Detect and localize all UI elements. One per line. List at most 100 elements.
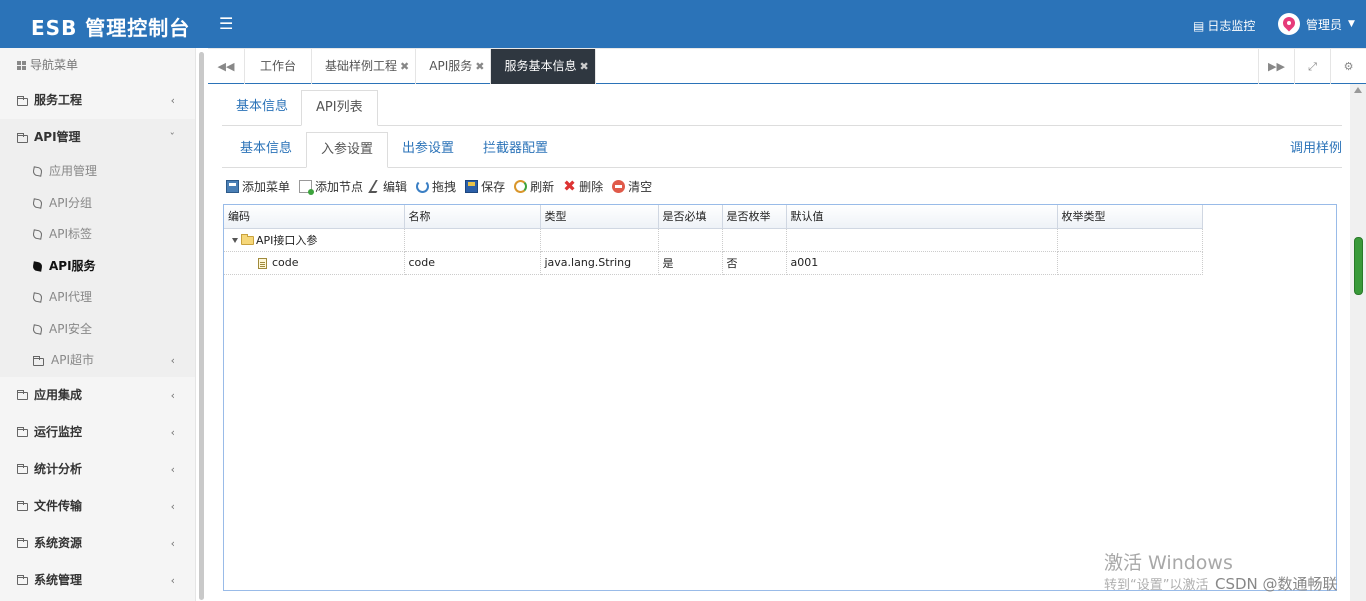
subitem-label: API超市	[51, 353, 94, 367]
page-scrollbar[interactable]	[1350, 84, 1366, 601]
cell-name: code	[404, 251, 541, 275]
cell-required	[658, 228, 723, 252]
button-label: 拖拽	[432, 179, 457, 194]
sidebar-item-service-project[interactable]: 服务工程 ‹	[0, 82, 195, 119]
page-tabbar: ◀◀ 工作台 基础样例工程 ✖ API服务 ✖ 服务基本信息 ✖ ▶▶ ⤢ ⚙	[208, 48, 1366, 84]
windows-activation-hint: 转到“设置”以激活	[1104, 578, 1209, 593]
fullscreen-icon[interactable]: ⤢	[1294, 49, 1330, 84]
tab-workbench[interactable]: 工作台	[245, 49, 313, 84]
cell-enum	[722, 228, 787, 252]
sidebar-item-label: 应用集成	[34, 387, 83, 402]
leaf-icon	[32, 166, 43, 177]
folder-icon	[33, 355, 44, 366]
close-icon[interactable]: ✖	[400, 49, 409, 84]
column-header[interactable]: 名称	[404, 205, 541, 229]
sidebar-item-label: 系统管理	[34, 572, 83, 587]
sidebar-item-label: 系统资源	[34, 535, 83, 550]
tab-output-params[interactable]: 出参设置	[388, 132, 468, 168]
tabs-scroll-left-icon[interactable]: ◀◀	[208, 49, 244, 84]
column-header[interactable]: 默认值	[786, 205, 1058, 229]
sidebar-subitem-api-proxy[interactable]: API代理	[0, 282, 195, 314]
sidebar-item-statistics[interactable]: 统计分析 ‹	[0, 451, 195, 488]
sidebar-item-system-resources[interactable]: 系统资源 ‹	[0, 525, 195, 562]
gear-icon[interactable]: ⚙	[1330, 49, 1366, 84]
windows-activation-watermark: 激活 Windows	[1104, 552, 1233, 574]
folder-icon	[17, 464, 28, 474]
tab-service-info[interactable]: 服务基本信息 ✖	[491, 49, 596, 84]
scroll-up-icon[interactable]	[1354, 87, 1362, 93]
save-button[interactable]: 保存	[465, 178, 505, 195]
tab-label: API服务	[429, 59, 473, 73]
sidebar-scrollbar[interactable]	[196, 48, 208, 601]
add-menu-button[interactable]: 添加菜单	[226, 178, 290, 195]
drag-button[interactable]: 拖拽	[416, 178, 456, 195]
table-row[interactable]: API接口入参	[224, 228, 1203, 252]
add-node-button[interactable]: 添加节点	[299, 178, 363, 195]
column-header[interactable]: 枚举类型	[1057, 205, 1203, 229]
sidebar-subitem-api-group[interactable]: API分组	[0, 188, 195, 220]
tabs-scroll-right-icon[interactable]: ▶▶	[1258, 49, 1294, 84]
folder-icon	[17, 538, 28, 548]
delete-button[interactable]: ✖ 删除	[563, 178, 603, 195]
sidebar-subitem-api-tag[interactable]: API标签	[0, 219, 195, 251]
avatar	[1278, 13, 1300, 35]
close-icon[interactable]: ✖	[579, 49, 588, 84]
tab-interceptor-config[interactable]: 拦截器配置	[469, 132, 562, 168]
sidebar-subitem-api-security[interactable]: API安全	[0, 314, 195, 346]
sidebar-item-api-management[interactable]: API管理 ˇ	[0, 119, 195, 156]
cell-enum-type	[1057, 228, 1203, 252]
edit-button[interactable]: 编辑	[368, 178, 407, 195]
leaf-icon	[32, 292, 43, 303]
tab-basic-info[interactable]: 基本信息	[222, 90, 302, 126]
nav-title-label: 导航菜单	[30, 58, 79, 72]
top-header: ESB 管理控制台 ☰ ▤ 日志监控 管理员 ▼	[0, 0, 1366, 48]
button-label: 清空	[628, 179, 653, 194]
user-menu[interactable]: 管理员 ▼	[1278, 13, 1355, 35]
log-monitor-link[interactable]: ▤ 日志监控	[1193, 17, 1255, 34]
tab-sample-project[interactable]: 基础样例工程 ✖	[312, 49, 417, 84]
grid-icon	[17, 60, 26, 70]
sidebar-subitem-api-service[interactable]: API服务	[0, 251, 195, 283]
params-table: 编码 名称 类型 是否必填 是否枚举 默认值 枚举类型 API接口入参 code…	[224, 205, 1203, 275]
column-header[interactable]: 编码	[224, 205, 405, 229]
sidebar-subitem-app-management[interactable]: 应用管理	[0, 156, 195, 188]
sidebar-item-system-management[interactable]: 系统管理 ‹	[0, 562, 195, 599]
tab-api-service[interactable]: API服务 ✖	[416, 49, 492, 84]
sidebar-subitem-api-market[interactable]: API超市 ‹	[0, 345, 195, 377]
tab-input-params[interactable]: 入参设置	[306, 132, 389, 168]
sidebar-item-run-monitor[interactable]: 运行监控 ‹	[0, 414, 195, 451]
tab-inner-basic-info[interactable]: 基本信息	[226, 132, 306, 168]
toolbar: 添加菜单 添加节点 编辑 拖拽 保存 刷新 ✖ 删除 清空	[226, 176, 652, 196]
folder-icon	[17, 132, 28, 143]
pencil-icon	[368, 179, 384, 193]
save-icon	[465, 179, 479, 193]
chevron-left-icon: ‹	[170, 354, 175, 367]
sidebar-item-label: API管理	[34, 130, 81, 144]
cell-code: API接口入参	[256, 233, 318, 247]
refresh-button[interactable]: 刷新	[514, 178, 554, 195]
tab-api-list[interactable]: API列表	[301, 90, 378, 126]
menu-toggle-icon[interactable]: ☰	[219, 14, 233, 33]
inner-tabs: 基本信息 入参设置 出参设置 拦截器配置 调用样例	[222, 132, 1342, 168]
table-row[interactable]: code code java.lang.String 是 否 a001	[224, 251, 1203, 275]
cell-enum: 否	[722, 251, 787, 275]
sidebar-item-app-integration[interactable]: 应用集成 ‹	[0, 377, 195, 414]
column-header[interactable]: 类型	[540, 205, 659, 229]
column-header[interactable]: 是否必填	[658, 205, 723, 229]
close-icon[interactable]: ✖	[475, 49, 484, 84]
cell-name	[404, 228, 541, 252]
sidebar-item-file-transfer[interactable]: 文件传输 ‹	[0, 488, 195, 525]
folder-icon	[17, 575, 28, 585]
folder-icon	[241, 234, 254, 245]
folder-icon	[17, 501, 28, 511]
expand-triangle-icon[interactable]	[232, 238, 238, 243]
call-sample-link[interactable]: 调用样例	[1290, 132, 1342, 166]
column-header[interactable]: 是否枚举	[722, 205, 787, 229]
scrollbar-thumb[interactable]	[1354, 237, 1363, 295]
list-icon: ▤	[1193, 18, 1205, 33]
clear-button[interactable]: 清空	[612, 178, 652, 195]
chevron-left-icon: ‹	[170, 388, 175, 402]
scrollbar-thumb[interactable]	[199, 52, 204, 600]
tree-cell: code	[224, 251, 405, 275]
leaf-icon	[32, 261, 43, 272]
